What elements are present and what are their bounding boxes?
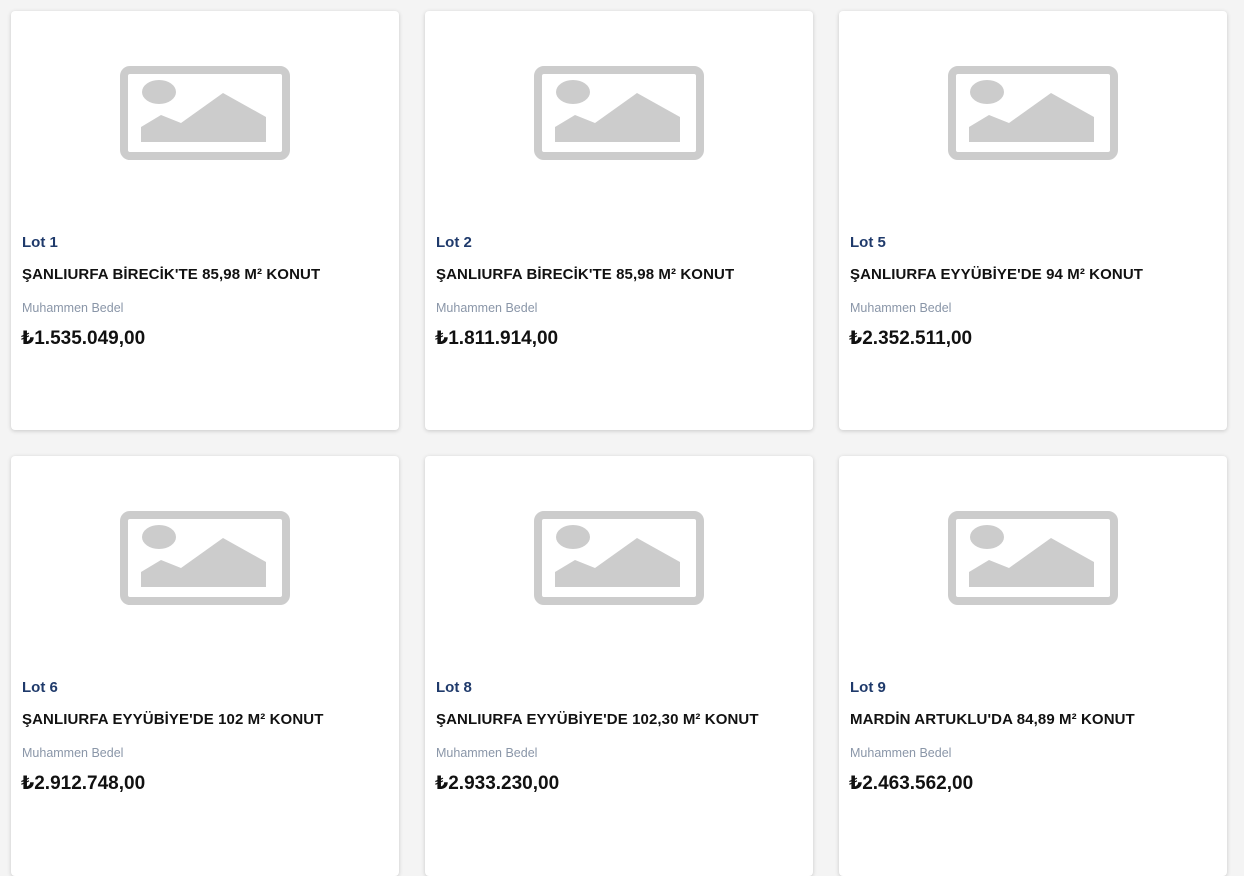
- lot-title[interactable]: MARDİN ARTUKLU'DA 84,89 M² KONUT: [850, 711, 1219, 728]
- price-label: Muhammen Bedel: [22, 746, 124, 760]
- lot-price: ₺2.463.562,00: [849, 773, 974, 794]
- lot-card[interactable]: Lot 5 ŞANLIURFA EYYÜBİYE'DE 94 M² KONUT …: [839, 11, 1227, 430]
- lot-card[interactable]: Lot 1 ŞANLIURFA BİRECİK'TE 85,98 M² KONU…: [11, 11, 399, 430]
- lot-card[interactable]: Lot 9 MARDİN ARTUKLU'DA 84,89 M² KONUT M…: [839, 456, 1227, 876]
- image-placeholder-icon: [119, 510, 291, 606]
- lot-price: ₺1.811.914,00: [435, 328, 559, 349]
- lot-number: Lot 6: [22, 679, 58, 696]
- lot-title[interactable]: ŞANLIURFA BİRECİK'TE 85,98 M² KONUT: [22, 266, 391, 283]
- price-label: Muhammen Bedel: [22, 301, 124, 315]
- lot-price: ₺2.352.511,00: [849, 328, 973, 349]
- lot-price: ₺2.912.748,00: [21, 773, 146, 794]
- price-label: Muhammen Bedel: [850, 746, 952, 760]
- lot-title[interactable]: ŞANLIURFA BİRECİK'TE 85,98 M² KONUT: [436, 266, 805, 283]
- lot-number: Lot 8: [436, 679, 472, 696]
- price-label: Muhammen Bedel: [850, 301, 952, 315]
- lot-title[interactable]: ŞANLIURFA EYYÜBİYE'DE 102 M² KONUT: [22, 711, 391, 728]
- lot-number: Lot 1: [22, 234, 58, 251]
- price-label: Muhammen Bedel: [436, 746, 538, 760]
- lot-price: ₺1.535.049,00: [21, 328, 146, 349]
- lot-card[interactable]: Lot 2 ŞANLIURFA BİRECİK'TE 85,98 M² KONU…: [425, 11, 813, 430]
- lot-title[interactable]: ŞANLIURFA EYYÜBİYE'DE 94 M² KONUT: [850, 266, 1219, 283]
- lot-title[interactable]: ŞANLIURFA EYYÜBİYE'DE 102,30 M² KONUT: [436, 711, 805, 728]
- image-placeholder-icon: [533, 510, 705, 606]
- lot-number: Lot 9: [850, 679, 886, 696]
- lot-card[interactable]: Lot 8 ŞANLIURFA EYYÜBİYE'DE 102,30 M² KO…: [425, 456, 813, 876]
- lot-number: Lot 2: [436, 234, 472, 251]
- lot-card[interactable]: Lot 6 ŞANLIURFA EYYÜBİYE'DE 102 M² KONUT…: [11, 456, 399, 876]
- lot-number: Lot 5: [850, 234, 886, 251]
- image-placeholder-icon: [947, 510, 1119, 606]
- price-label: Muhammen Bedel: [436, 301, 538, 315]
- image-placeholder-icon: [533, 65, 705, 161]
- image-placeholder-icon: [119, 65, 291, 161]
- lot-price: ₺2.933.230,00: [435, 773, 560, 794]
- image-placeholder-icon: [947, 65, 1119, 161]
